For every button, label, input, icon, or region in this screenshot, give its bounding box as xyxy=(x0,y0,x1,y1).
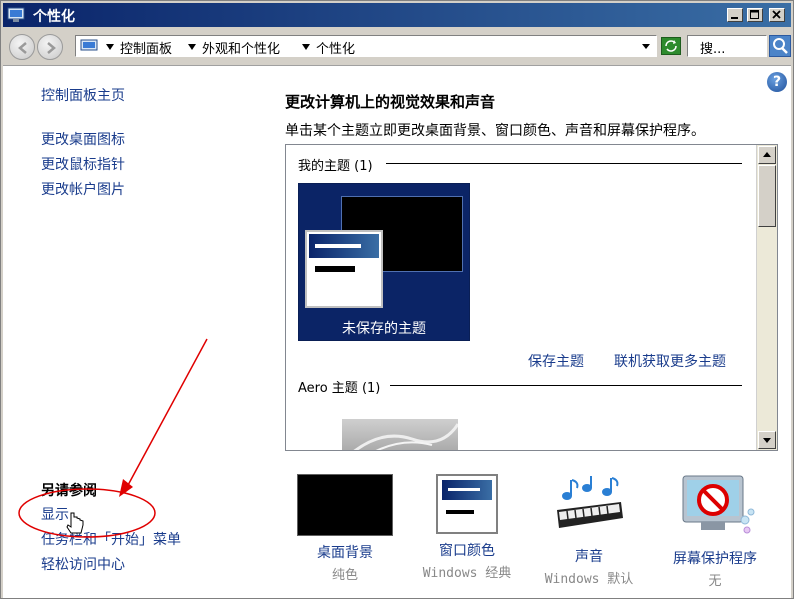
breadcrumb-separator-icon[interactable] xyxy=(106,44,114,50)
screensaver-icon xyxy=(682,475,755,534)
breadcrumb-appearance[interactable]: 外观和个性化 xyxy=(202,38,280,57)
page-title: 更改计算机上的视觉效果和声音 xyxy=(285,93,496,111)
screensaver-label[interactable]: 屏幕保护程序 xyxy=(655,548,775,568)
ease-of-access-link[interactable]: 轻松访问中心 xyxy=(41,554,125,574)
group-divider xyxy=(386,163,742,164)
forward-arrow-icon xyxy=(47,42,56,54)
screensaver-value: 无 xyxy=(708,574,722,589)
window-color-preview xyxy=(436,474,498,534)
save-theme-link[interactable]: 保存主题 xyxy=(528,351,584,371)
window-color-setting[interactable]: 窗口颜色 Windows 经典 xyxy=(407,474,527,581)
unsaved-theme-label: 未保存的主题 xyxy=(342,321,426,337)
search-icon xyxy=(773,38,788,54)
address-toolbar: 控制面板 外观和个性化 个性化 搜... xyxy=(3,29,791,63)
sound-label[interactable]: 声音 xyxy=(529,546,649,566)
minimize-icon xyxy=(731,17,738,19)
sound-value: Windows 默认 xyxy=(544,572,634,587)
breadcrumb-control-panel[interactable]: 控制面板 xyxy=(120,38,172,57)
address-bar[interactable]: 控制面板 外观和个性化 个性化 xyxy=(75,35,657,57)
scroll-down-button[interactable] xyxy=(758,431,776,449)
search-button[interactable] xyxy=(769,35,791,57)
control-panel-icon xyxy=(80,39,98,51)
content-area: ? 控制面板主页 更改桌面图标 更改鼠标指针 更改帐户图片 另请参阅 显示 任务… xyxy=(3,65,791,598)
desktop-background-setting[interactable]: 桌面背景 纯色 xyxy=(285,474,405,583)
breadcrumb-personalization[interactable]: 个性化 xyxy=(316,38,355,57)
title-bar[interactable]: 个性化 xyxy=(3,3,791,27)
control-panel-icon xyxy=(7,7,25,22)
preview-text-line xyxy=(315,266,355,272)
window-color-value: Windows 经典 xyxy=(422,566,512,581)
preview-title-bar xyxy=(309,234,379,258)
window-title: 个性化 xyxy=(33,9,75,25)
breadcrumb-separator-icon[interactable] xyxy=(188,44,196,50)
sound-icon xyxy=(557,476,623,528)
scroll-thumb[interactable] xyxy=(758,165,776,227)
aero-themes-group-title: Aero 主题 (1) xyxy=(298,377,387,396)
refresh-icon xyxy=(665,40,677,52)
minimize-button[interactable] xyxy=(727,8,743,22)
aero-swirl-image xyxy=(353,423,460,450)
display-link[interactable]: 显示 xyxy=(41,504,69,524)
refresh-button[interactable] xyxy=(661,37,681,55)
scroll-up-button[interactable] xyxy=(758,146,776,164)
taskbar-start-menu-link[interactable]: 任务栏和「开始」菜单 xyxy=(41,529,181,549)
breadcrumb-separator-icon[interactable] xyxy=(302,44,310,50)
desktop-background-preview xyxy=(297,474,393,536)
search-input[interactable]: 搜... xyxy=(687,35,767,57)
screensaver-setting[interactable]: 屏幕保护程序 无 xyxy=(655,474,775,589)
control-panel-home-link[interactable]: 控制面板主页 xyxy=(41,85,125,105)
my-themes-group-title: 我的主题 (1) xyxy=(298,155,379,174)
forward-button[interactable] xyxy=(37,34,63,60)
change-mouse-pointers-link[interactable]: 更改鼠标指针 xyxy=(41,154,125,174)
desktop-background-label[interactable]: 桌面背景 xyxy=(285,542,405,562)
group-divider xyxy=(390,385,742,386)
change-desktop-icons-link[interactable]: 更改桌面图标 xyxy=(41,129,125,149)
address-dropdown-icon[interactable] xyxy=(642,44,650,49)
close-icon xyxy=(772,10,781,19)
unsaved-theme-tile[interactable]: 未保存的主题 xyxy=(298,183,470,341)
get-more-themes-link[interactable]: 联机获取更多主题 xyxy=(614,351,726,371)
change-account-picture-link[interactable]: 更改帐户图片 xyxy=(41,179,125,199)
personalization-window: 个性化 控制面板 外观和个性化 个性化 搜... ? 控制面板主页 更改桌面图标… xyxy=(0,0,794,599)
theme-window-preview xyxy=(305,230,383,308)
theme-list-scrollbar[interactable] xyxy=(756,145,777,450)
see-also-heading: 另请参阅 xyxy=(41,483,97,499)
back-arrow-icon xyxy=(18,42,27,54)
maximize-button[interactable] xyxy=(747,8,763,22)
back-button[interactable] xyxy=(9,34,35,60)
sound-setting[interactable]: 声音 Windows 默认 xyxy=(529,474,649,587)
desktop-background-value: 纯色 xyxy=(331,568,358,583)
aero-theme-tile[interactable] xyxy=(342,419,460,450)
window-color-label[interactable]: 窗口颜色 xyxy=(407,540,527,560)
theme-list[interactable]: 我的主题 (1) 未保存的主题 保存主题 联机获取更多主题 Aero 主题 (1… xyxy=(285,144,778,451)
page-description: 单击某个主题立即更改桌面背景、窗口颜色、声音和屏幕保护程序。 xyxy=(285,123,705,139)
maximize-icon xyxy=(750,10,759,19)
close-button[interactable] xyxy=(769,8,785,22)
help-icon[interactable]: ? xyxy=(767,72,787,92)
